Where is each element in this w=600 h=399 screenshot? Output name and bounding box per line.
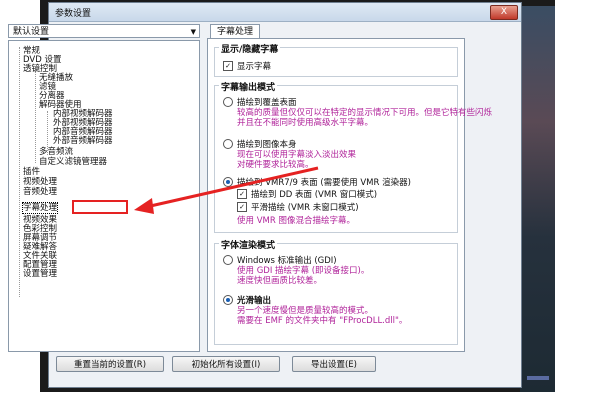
radio-image[interactable]: 描绘到图像本身 <box>223 138 297 150</box>
radio-overlay[interactable]: 描绘到覆盖表面 <box>223 96 297 108</box>
export-button[interactable]: 导出设置(E) <box>292 356 376 372</box>
subtitle-panel: 显示/隐藏字幕 ✓ 显示字幕 字幕输出模式 描绘到覆盖表面 较高的质量但仅仅可以… <box>207 38 492 352</box>
radio-gdi[interactable]: Windows 标准输出 (GDI) <box>223 254 337 266</box>
desc-text: 使用 GDI 描绘字幕 (即设备接口)。 <box>237 266 370 276</box>
checkbox-checked-icon[interactable]: ✓ <box>237 202 247 212</box>
tree-item[interactable]: 音频处理 <box>23 187 57 197</box>
settings-tree[interactable]: 常规 DVD 设置 透镜控制 无缝播放 滤镜 分离器 解码器使用 内部视频解码器… <box>8 40 200 352</box>
checkbox-label: 描绘到 DD 表面 (VMR 窗口模式) <box>251 190 378 200</box>
chevron-down-icon[interactable]: ▼ <box>191 25 196 39</box>
desc-text: 速度快但画质比较差。 <box>237 276 323 286</box>
tree-item[interactable]: 视频处理 <box>23 177 57 187</box>
tree-item[interactable]: 自定义滤镜管理器 <box>39 157 107 167</box>
window-title: 参数设置 <box>55 8 92 19</box>
radio-label: 描绘到 VMR7/9 表面 (需要使用 VMR 渲染器) <box>237 178 411 188</box>
tree-item[interactable]: 插件 <box>23 167 40 177</box>
tree-item[interactable]: 设置管理 <box>23 269 57 279</box>
highlight-box <box>72 200 128 214</box>
radio-vmr[interactable]: 描绘到 VMR7/9 表面 (需要使用 VMR 渲染器) <box>223 176 411 188</box>
group-title: 显示/隐藏字幕 <box>219 42 281 55</box>
group-show-hide: 显示/隐藏字幕 ✓ 显示字幕 <box>214 42 458 77</box>
checkbox-label: 显示字幕 <box>237 62 272 72</box>
preset-select-value: 默认设置 <box>13 27 50 37</box>
desc-text: 使用 VMR 图像混合描绘字幕。 <box>237 216 355 226</box>
group-title: 字体渲染模式 <box>219 238 278 251</box>
desc-text: 对硬件要求比较高。 <box>237 160 314 170</box>
radio-icon[interactable] <box>223 97 233 107</box>
desc-text: 现在可以使用字幕淡入淡出效果 <box>237 150 357 160</box>
group-output-mode: 字幕输出模式 描绘到覆盖表面 较高的质量但仅仅可以在特定的显示情况下可用。但是它… <box>214 80 492 233</box>
preset-select[interactable]: 默认设置 ▼ <box>8 24 200 38</box>
reset-button[interactable]: 重置当前的设置(R) <box>56 356 164 372</box>
vmr-flat-checkbox[interactable]: ✓ 平滑描绘 (VMR 未窗口模式) <box>237 201 359 213</box>
group-render-mode: 字体渲染模式 Windows 标准输出 (GDI) 使用 GDI 描绘字幕 (即… <box>214 238 458 345</box>
radio-label: 描绘到覆盖表面 <box>237 98 297 108</box>
radio-label: 光滑输出 <box>237 296 272 306</box>
tree-item-selected[interactable]: 字幕处理 <box>21 202 59 214</box>
radio-label: 描绘到图像本身 <box>237 140 297 150</box>
player-progress <box>527 376 549 380</box>
checkbox-checked-icon[interactable]: ✓ <box>223 61 233 71</box>
tree-item[interactable]: 多音频流 <box>39 147 73 157</box>
desc-text: 并且在不能同时使用高级水平字幕。 <box>237 118 374 128</box>
show-subtitle-checkbox[interactable]: ✓ 显示字幕 <box>223 60 271 72</box>
tree-line <box>19 47 20 297</box>
tree-item[interactable]: 外部音频解码器 <box>53 136 113 146</box>
background-video <box>520 6 555 392</box>
vmr-dd-checkbox[interactable]: ✓ 描绘到 DD 表面 (VMR 窗口模式) <box>237 188 377 200</box>
radio-selected-icon[interactable] <box>223 177 233 187</box>
close-button[interactable]: X <box>490 5 518 20</box>
tree-line <box>35 69 36 163</box>
desc-text: 较高的质量但仅仅可以在特定的显示情况下可用。但是它特有些闪烁 <box>237 108 493 118</box>
init-all-button[interactable]: 初始化所有设置(I) <box>172 356 280 372</box>
radio-icon[interactable] <box>223 139 233 149</box>
group-title: 字幕输出模式 <box>219 80 278 93</box>
window-titlebar: 参数设置 X <box>49 3 521 22</box>
radio-icon[interactable] <box>223 255 233 265</box>
desc-text: 需要在 EMF 的文件夹中有 "FProcDLL.dll"。 <box>237 316 408 326</box>
checkbox-checked-icon[interactable]: ✓ <box>237 189 247 199</box>
tab-subtitle[interactable]: 字幕处理 <box>210 24 261 39</box>
checkbox-label: 平滑描绘 (VMR 未窗口模式) <box>251 203 359 213</box>
radio-selected-icon[interactable] <box>223 295 233 305</box>
radio-smooth[interactable]: 光滑输出 <box>223 294 271 306</box>
radio-label: Windows 标准输出 (GDI) <box>237 256 337 266</box>
desc-text: 另一个速度慢但是质量较高的模式。 <box>237 306 374 316</box>
